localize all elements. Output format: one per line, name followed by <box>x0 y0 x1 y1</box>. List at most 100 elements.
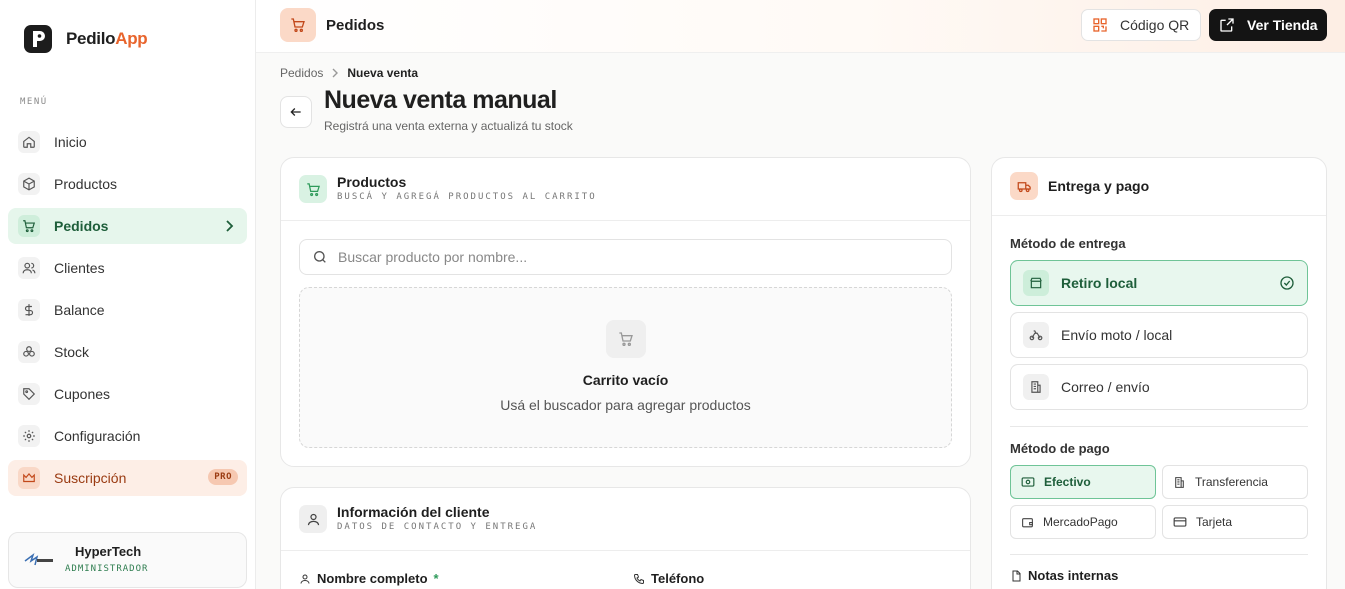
users-icon <box>18 257 40 279</box>
stock-icon <box>18 341 40 363</box>
gear-icon <box>18 425 40 447</box>
sidebar-item-label: Clientes <box>54 260 105 276</box>
avatar <box>24 552 53 566</box>
sidebar-item-label: Configuración <box>54 428 141 444</box>
page-subtitle: Registrá una venta externa y actualizá t… <box>324 119 573 133</box>
bike-icon <box>1023 322 1049 348</box>
user-role: ADMINISTRADOR <box>65 564 149 574</box>
cart-icon <box>18 215 40 237</box>
full-name-label: Nombre completo * <box>299 571 439 586</box>
products-title: Productos <box>337 174 407 190</box>
bank-icon <box>1175 476 1184 488</box>
divider <box>1010 426 1308 427</box>
sidebar-item-label: Pedidos <box>54 218 109 234</box>
client-title: Información del cliente <box>337 504 490 520</box>
delivery-card-header: Entrega y pago <box>992 158 1326 216</box>
phone-label: Teléfono <box>633 571 704 586</box>
topbar-title: Pedidos <box>326 17 385 34</box>
payment-option-transfer[interactable]: Transferencia <box>1162 465 1308 499</box>
sidebar-item-pedidos[interactable]: Pedidos <box>8 208 247 244</box>
back-button[interactable] <box>280 96 312 128</box>
sidebar-item-label: Productos <box>54 176 118 192</box>
payment-option-mercadopago[interactable]: MercadoPago <box>1010 505 1156 539</box>
check-circle-icon <box>1279 275 1295 294</box>
chevron-right-icon <box>332 68 339 78</box>
sidebar-item-inicio[interactable]: Inicio <box>8 124 247 160</box>
sidebar-nav: Inicio Productos Pedidos Clientes Balanc… <box>8 124 247 502</box>
brand-logo-icon <box>24 25 52 53</box>
user-card[interactable]: HyperTech ADMINISTRADOR <box>8 532 247 588</box>
sidebar-item-label: Inicio <box>54 134 87 150</box>
credit-card-icon <box>1173 517 1187 527</box>
page-title: Nueva venta manual <box>324 86 557 114</box>
required-mark: * <box>433 571 439 586</box>
store-icon <box>1023 270 1049 296</box>
dollar-icon <box>18 299 40 321</box>
sidebar-item-productos[interactable]: Productos <box>8 166 247 202</box>
building-icon <box>1023 374 1049 400</box>
search-icon <box>314 250 326 263</box>
client-card: Información del cliente DATOS DE CONTACT… <box>280 487 971 589</box>
cash-icon <box>1021 477 1035 487</box>
sidebar-item-configuracion[interactable]: Configuración <box>8 418 247 454</box>
internal-notes-label: Notas internas <box>1010 568 1118 583</box>
empty-cart-subtitle: Usá el buscador para agregar productos <box>500 397 751 413</box>
user-icon <box>299 505 327 533</box>
sidebar-item-label: Cupones <box>54 386 111 402</box>
client-subtitle: DATOS DE CONTACTO Y ENTREGA <box>337 522 538 532</box>
external-link-icon <box>1220 18 1234 32</box>
breadcrumb-link[interactable]: Pedidos <box>280 66 323 80</box>
view-store-button[interactable]: Ver Tienda <box>1209 9 1327 41</box>
delivery-option-moto[interactable]: Envío moto / local <box>1010 312 1308 358</box>
products-card: Productos BUSCÁ Y AGREGÁ PRODUCTOS AL CA… <box>280 157 971 467</box>
crown-icon <box>18 467 40 489</box>
delivery-method-label: Método de entrega <box>1010 236 1126 251</box>
payment-method-label: Método de pago <box>1010 441 1110 456</box>
user-icon <box>300 574 310 584</box>
products-card-header: Productos BUSCÁ Y AGREGÁ PRODUCTOS AL CA… <box>281 158 970 221</box>
sidebar-item-label: Stock <box>54 344 90 360</box>
sidebar-item-suscripcion[interactable]: Suscripción PRO <box>8 460 247 496</box>
box-icon <box>18 173 40 195</box>
phone-icon <box>633 573 644 584</box>
delivery-card: Entrega y pago Método de entrega Retiro … <box>991 157 1327 589</box>
arrow-left-icon <box>290 108 301 116</box>
sidebar-item-label: Balance <box>54 302 105 318</box>
payment-option-card[interactable]: Tarjeta <box>1162 505 1308 539</box>
qr-code-button[interactable]: Código QR <box>1081 9 1201 41</box>
tag-icon <box>18 383 40 405</box>
home-icon <box>18 131 40 153</box>
topbar: Pedidos Código QR Ver Tienda <box>256 0 1345 53</box>
search-input[interactable] <box>338 249 918 265</box>
breadcrumb: Pedidos Nueva venta <box>280 66 418 80</box>
empty-cart: Carrito vacío Usá el buscador para agreg… <box>299 287 952 448</box>
sidebar-item-balance[interactable]: Balance <box>8 292 247 328</box>
payment-option-cash[interactable]: Efectivo <box>1010 465 1156 499</box>
sidebar-item-cupones[interactable]: Cupones <box>8 376 247 412</box>
user-name: HyperTech <box>75 544 142 559</box>
truck-icon <box>1010 172 1038 200</box>
product-search[interactable] <box>299 239 952 275</box>
cart-icon <box>606 320 646 358</box>
wallet-icon <box>1022 517 1033 527</box>
breadcrumb-current: Nueva venta <box>347 66 419 80</box>
pro-badge: PRO <box>208 469 238 485</box>
sidebar-item-stock[interactable]: Stock <box>8 334 247 370</box>
sidebar: PediloApp MENÚ Inicio Productos Pedidos … <box>0 0 256 589</box>
cart-icon <box>280 8 316 42</box>
empty-cart-title: Carrito vacío <box>582 372 669 388</box>
brand-name: PediloApp <box>66 29 148 48</box>
chevron-right-icon <box>223 219 235 238</box>
qr-code-label: Código QR <box>1120 17 1190 33</box>
brand[interactable]: PediloApp <box>24 25 148 53</box>
view-store-label: Ver Tienda <box>1247 17 1318 33</box>
sidebar-item-label: Suscripción <box>54 470 127 486</box>
cart-icon <box>299 175 327 203</box>
sidebar-item-clientes[interactable]: Clientes <box>8 250 247 286</box>
qr-icon <box>1093 18 1107 32</box>
file-icon <box>1012 570 1021 581</box>
delivery-option-pickup[interactable]: Retiro local <box>1010 260 1308 306</box>
delivery-title: Entrega y pago <box>1048 178 1150 194</box>
menu-label: MENÚ <box>20 97 48 107</box>
delivery-option-mail[interactable]: Correo / envío <box>1010 364 1308 410</box>
